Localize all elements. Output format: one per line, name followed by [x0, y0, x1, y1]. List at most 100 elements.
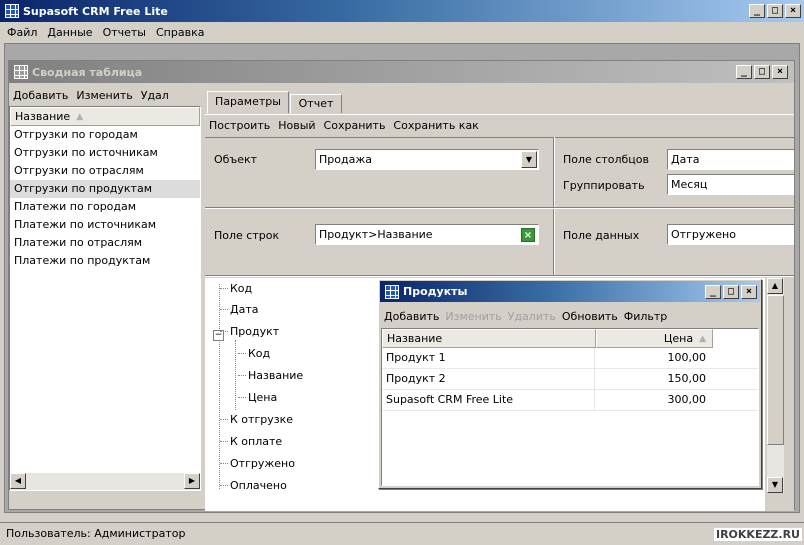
- app-minimize-button[interactable]: _: [749, 4, 765, 18]
- tree-node[interactable]: Отгружено: [220, 453, 295, 474]
- save-as-button[interactable]: Сохранить как: [389, 119, 482, 132]
- tree-node[interactable]: Дата: [219, 299, 258, 320]
- tree-node[interactable]: К оплате: [219, 431, 282, 452]
- status-bar: Пользователь: Администратор: [0, 522, 804, 545]
- sort-up-icon: ▲: [699, 333, 706, 344]
- list-header-name[interactable]: Название ▲: [10, 107, 200, 126]
- scroll-down-icon[interactable]: ▼: [767, 477, 783, 493]
- table-row[interactable]: Продукт 2 150,00: [382, 369, 758, 390]
- product-price-cell: 300,00: [667, 393, 707, 406]
- products-filter-button[interactable]: Фильтр: [621, 310, 671, 323]
- table-row[interactable]: Продукт 1 100,00: [382, 348, 758, 369]
- products-delete-button: Удалить: [507, 309, 556, 323]
- pivot-list-toolbar: Добавить Изменить Удал: [9, 85, 201, 105]
- menu-reports[interactable]: Отчеты: [98, 26, 151, 39]
- tree-node[interactable]: К отгрузке: [220, 409, 293, 430]
- sort-up-icon: ▲: [76, 111, 84, 122]
- tree-node[interactable]: Оплачено: [220, 475, 287, 496]
- status-user: Пользователь: Администратор: [6, 527, 186, 540]
- products-header-price[interactable]: Цена ▲: [596, 329, 713, 348]
- scroll-thumb[interactable]: [767, 295, 784, 445]
- clear-icon[interactable]: ×: [521, 228, 535, 242]
- pivot-close-button[interactable]: ×: [772, 65, 788, 79]
- app-close-button[interactable]: ×: [785, 4, 801, 18]
- pivot-list: Название ▲ Отгрузки по городам Отгрузки …: [9, 106, 201, 491]
- products-add-button[interactable]: Добавить: [381, 310, 442, 323]
- rows-field-input[interactable]: Продукт>Название ×: [315, 224, 539, 245]
- product-name-cell: Продукт 1: [382, 348, 595, 368]
- list-item[interactable]: Отгрузки по отраслям: [10, 162, 200, 180]
- list-item[interactable]: Платежи по городам: [10, 198, 200, 216]
- new-button[interactable]: Новый: [274, 119, 319, 132]
- tree-node[interactable]: Название: [237, 365, 303, 386]
- list-edit-button[interactable]: Изменить: [72, 89, 136, 102]
- chevron-down-icon[interactable]: ▼: [521, 151, 537, 168]
- list-item[interactable]: Отгрузки по городам: [10, 126, 200, 144]
- products-refresh-button[interactable]: Обновить: [559, 310, 621, 323]
- pivot-title: Сводная таблица: [32, 65, 143, 79]
- list-item[interactable]: Отгрузки по источникам: [10, 144, 200, 162]
- pivot-action-bar: Построить Новый Сохранить Сохранить как: [205, 114, 794, 136]
- main-menu-bar: Файл Данные Отчеты Справка: [2, 22, 802, 42]
- group-input[interactable]: Месяц: [667, 174, 794, 195]
- data-field-input[interactable]: Отгружено: [667, 224, 794, 245]
- products-minimize-button[interactable]: _: [705, 284, 721, 299]
- tree-vline: [219, 284, 220, 489]
- scroll-up-icon[interactable]: ▲: [767, 278, 783, 294]
- products-title-bar[interactable]: Продукты _ □ ×: [380, 281, 760, 302]
- save-button[interactable]: Сохранить: [320, 119, 390, 132]
- product-name-cell: Supasoft CRM Free Lite: [382, 390, 595, 410]
- products-toolbar: Добавить Изменить Удалить Обновить Фильт…: [381, 306, 759, 326]
- menu-data[interactable]: Данные: [42, 26, 97, 39]
- product-price-cell: 100,00: [667, 351, 707, 364]
- menu-help[interactable]: Справка: [151, 26, 209, 39]
- pivot-title-bar[interactable]: Сводная таблица _ □ ×: [9, 61, 794, 83]
- pivot-window-icon: [14, 65, 28, 79]
- pivot-maximize-button[interactable]: □: [754, 65, 770, 79]
- columns-field-input[interactable]: Дата: [667, 149, 794, 170]
- tab-parameters[interactable]: Параметры: [207, 91, 289, 113]
- columns-field-label: Поле столбцов: [563, 153, 649, 166]
- products-maximize-button[interactable]: □: [723, 284, 739, 299]
- products-grid: Название Цена ▲ Продукт 1 100,00 Продукт…: [381, 328, 759, 486]
- product-name-cell: Продукт 2: [382, 369, 595, 389]
- build-button[interactable]: Построить: [205, 119, 274, 132]
- list-item[interactable]: Платежи по источникам: [10, 216, 200, 234]
- tree-node-product[interactable]: Продукт: [219, 321, 279, 342]
- data-field-label: Поле данных: [563, 229, 640, 242]
- object-label: Объект: [214, 153, 258, 166]
- parameters-hdivider: [205, 207, 794, 209]
- products-dialog: Продукты _ □ × Добавить Изменить Удалить…: [378, 279, 762, 489]
- list-item-selected[interactable]: Отгрузки по продуктам: [10, 180, 200, 198]
- scroll-right-icon[interactable]: ▶: [184, 473, 200, 489]
- watermark: IROKKEZZ.RU: [713, 528, 802, 541]
- products-title: Продукты: [403, 285, 468, 298]
- list-delete-button[interactable]: Удал: [137, 89, 173, 102]
- tree-vscrollbar[interactable]: ▲ ▼: [767, 278, 784, 493]
- app-title: Supasoft CRM Free Lite: [23, 4, 168, 18]
- menu-file[interactable]: Файл: [2, 26, 42, 39]
- table-row[interactable]: Supasoft CRM Free Lite 300,00: [382, 390, 758, 411]
- products-dialog-icon: [385, 284, 399, 299]
- products-edit-button: Изменить: [445, 309, 502, 323]
- app-maximize-button[interactable]: □: [767, 4, 783, 18]
- list-item[interactable]: Платежи по отраслям: [10, 234, 200, 252]
- app-icon: [5, 4, 19, 18]
- pivot-minimize-button[interactable]: _: [736, 65, 752, 79]
- product-price-cell: 150,00: [667, 372, 707, 385]
- tab-report[interactable]: Отчет: [290, 94, 342, 113]
- tree-node[interactable]: Код: [237, 343, 270, 364]
- products-header-name[interactable]: Название: [382, 329, 596, 348]
- tree-node[interactable]: Код: [219, 278, 252, 299]
- products-close-button[interactable]: ×: [741, 284, 757, 299]
- tree-node[interactable]: Цена: [237, 387, 277, 408]
- tree-vline: [235, 340, 236, 410]
- parameters-hdivider: [205, 275, 794, 277]
- object-combo[interactable]: Продажа ▼: [315, 149, 539, 170]
- group-label: Группировать: [563, 179, 645, 192]
- app-title-bar[interactable]: Supasoft CRM Free Lite _ □ ×: [0, 0, 804, 22]
- list-hscrollbar[interactable]: ◀ ▶: [10, 473, 200, 490]
- list-item[interactable]: Платежи по продуктам: [10, 252, 200, 270]
- list-add-button[interactable]: Добавить: [9, 89, 72, 102]
- scroll-left-icon[interactable]: ◀: [10, 473, 26, 489]
